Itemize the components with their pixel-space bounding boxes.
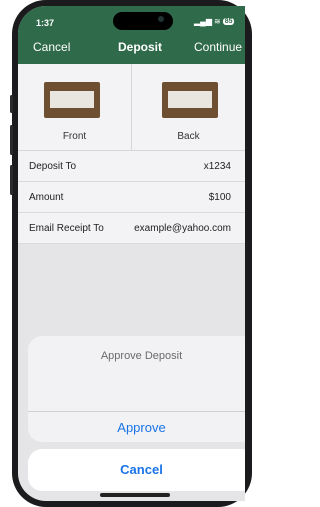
detail-row-deposit-to: Deposit To x1234 bbox=[18, 151, 245, 182]
silent-switch bbox=[10, 95, 13, 113]
back-label: Back bbox=[177, 131, 200, 142]
volume-up-button bbox=[10, 125, 13, 155]
front-label: Front bbox=[62, 131, 87, 142]
home-indicator bbox=[100, 493, 170, 497]
page-title: Deposit bbox=[118, 40, 163, 54]
front-check-image bbox=[44, 82, 100, 118]
deposit-content: Front Back Deposit To x1234 Amount $100 … bbox=[18, 64, 245, 244]
check-images: Front Back bbox=[18, 64, 245, 151]
detail-value: x1234 bbox=[203, 160, 231, 172]
status-icons: ▂▄▆ ≋ 85 bbox=[194, 17, 235, 26]
check-paper bbox=[168, 91, 212, 108]
back-image-cell[interactable]: Back bbox=[131, 64, 245, 150]
status-time: 1:37 bbox=[36, 18, 55, 28]
action-sheet: Approve Deposit Approve bbox=[28, 336, 245, 442]
back-check-image bbox=[162, 82, 218, 118]
volume-down-button bbox=[10, 165, 13, 195]
approve-button[interactable]: Approve bbox=[28, 411, 245, 435]
cancel-button[interactable]: Cancel bbox=[28, 449, 245, 491]
camera-icon bbox=[158, 16, 164, 22]
detail-value: $100 bbox=[208, 191, 231, 203]
cancel-nav-button[interactable]: Cancel bbox=[33, 40, 70, 54]
sheet-title: Approve Deposit bbox=[100, 350, 183, 362]
check-paper bbox=[50, 91, 94, 108]
phone-screen: 1:37 ▂▄▆ ≋ 85 Cancel Deposit Continue Fr… bbox=[18, 6, 245, 501]
nav-header: 1:37 ▂▄▆ ≋ 85 Cancel Deposit Continue bbox=[18, 6, 245, 64]
wifi-icon: ≋ bbox=[213, 17, 221, 26]
signal-icon: ▂▄▆ bbox=[194, 17, 212, 26]
detail-label: Deposit To bbox=[29, 160, 77, 172]
detail-value: example@yahoo.com bbox=[134, 222, 231, 234]
detail-row-email: Email Receipt To example@yahoo.com bbox=[18, 213, 245, 244]
battery-icon: 85 bbox=[222, 18, 235, 25]
detail-label: Amount bbox=[29, 191, 64, 203]
continue-nav-button[interactable]: Continue bbox=[194, 40, 242, 54]
detail-row-amount: Amount $100 bbox=[18, 182, 245, 213]
dynamic-island bbox=[113, 12, 173, 30]
front-image-cell[interactable]: Front bbox=[18, 64, 131, 150]
detail-label: Email Receipt To bbox=[29, 222, 104, 234]
